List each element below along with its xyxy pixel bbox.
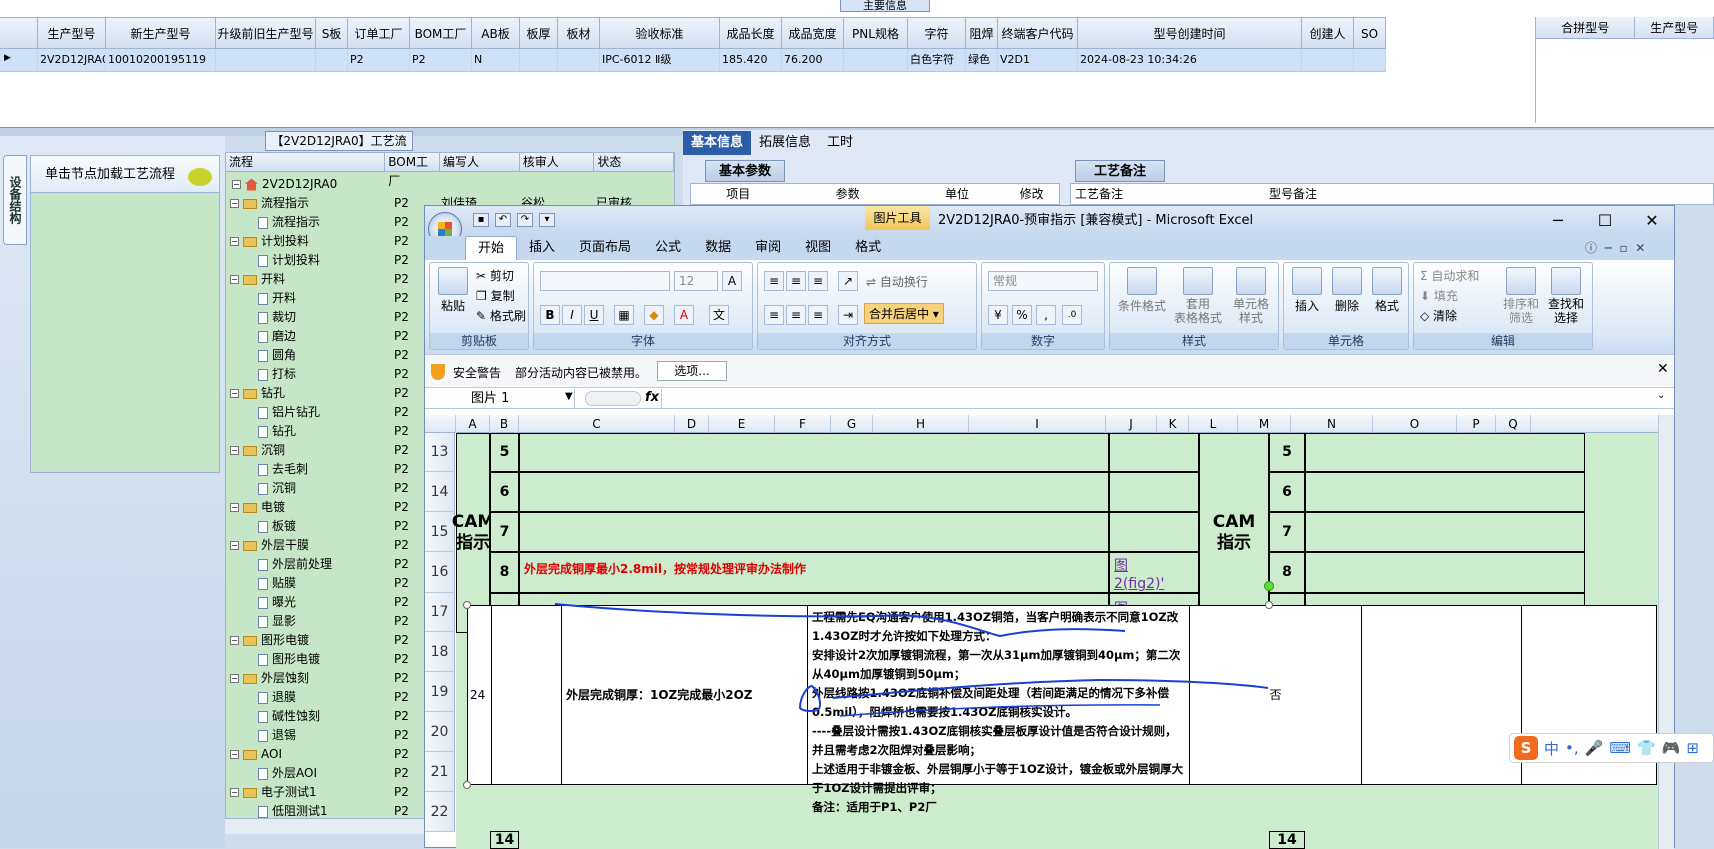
punctuation-icon[interactable]: •,: [1565, 739, 1579, 757]
keyboard-icon[interactable]: ⌨: [1609, 739, 1631, 757]
ink-annotations: [554, 603, 1269, 717]
game-icon[interactable]: 🎮: [1662, 739, 1681, 757]
ime-language[interactable]: 中: [1544, 738, 1559, 759]
sogou-logo-icon: S: [1514, 736, 1538, 760]
ime-toolbar[interactable]: S 中 •, 🎤 ⌨ 👕 🎮 ⊞: [1509, 733, 1714, 763]
apps-icon[interactable]: ⊞: [1686, 739, 1699, 757]
microphone-icon[interactable]: 🎤: [1585, 739, 1604, 757]
skin-icon[interactable]: 👕: [1637, 739, 1656, 757]
